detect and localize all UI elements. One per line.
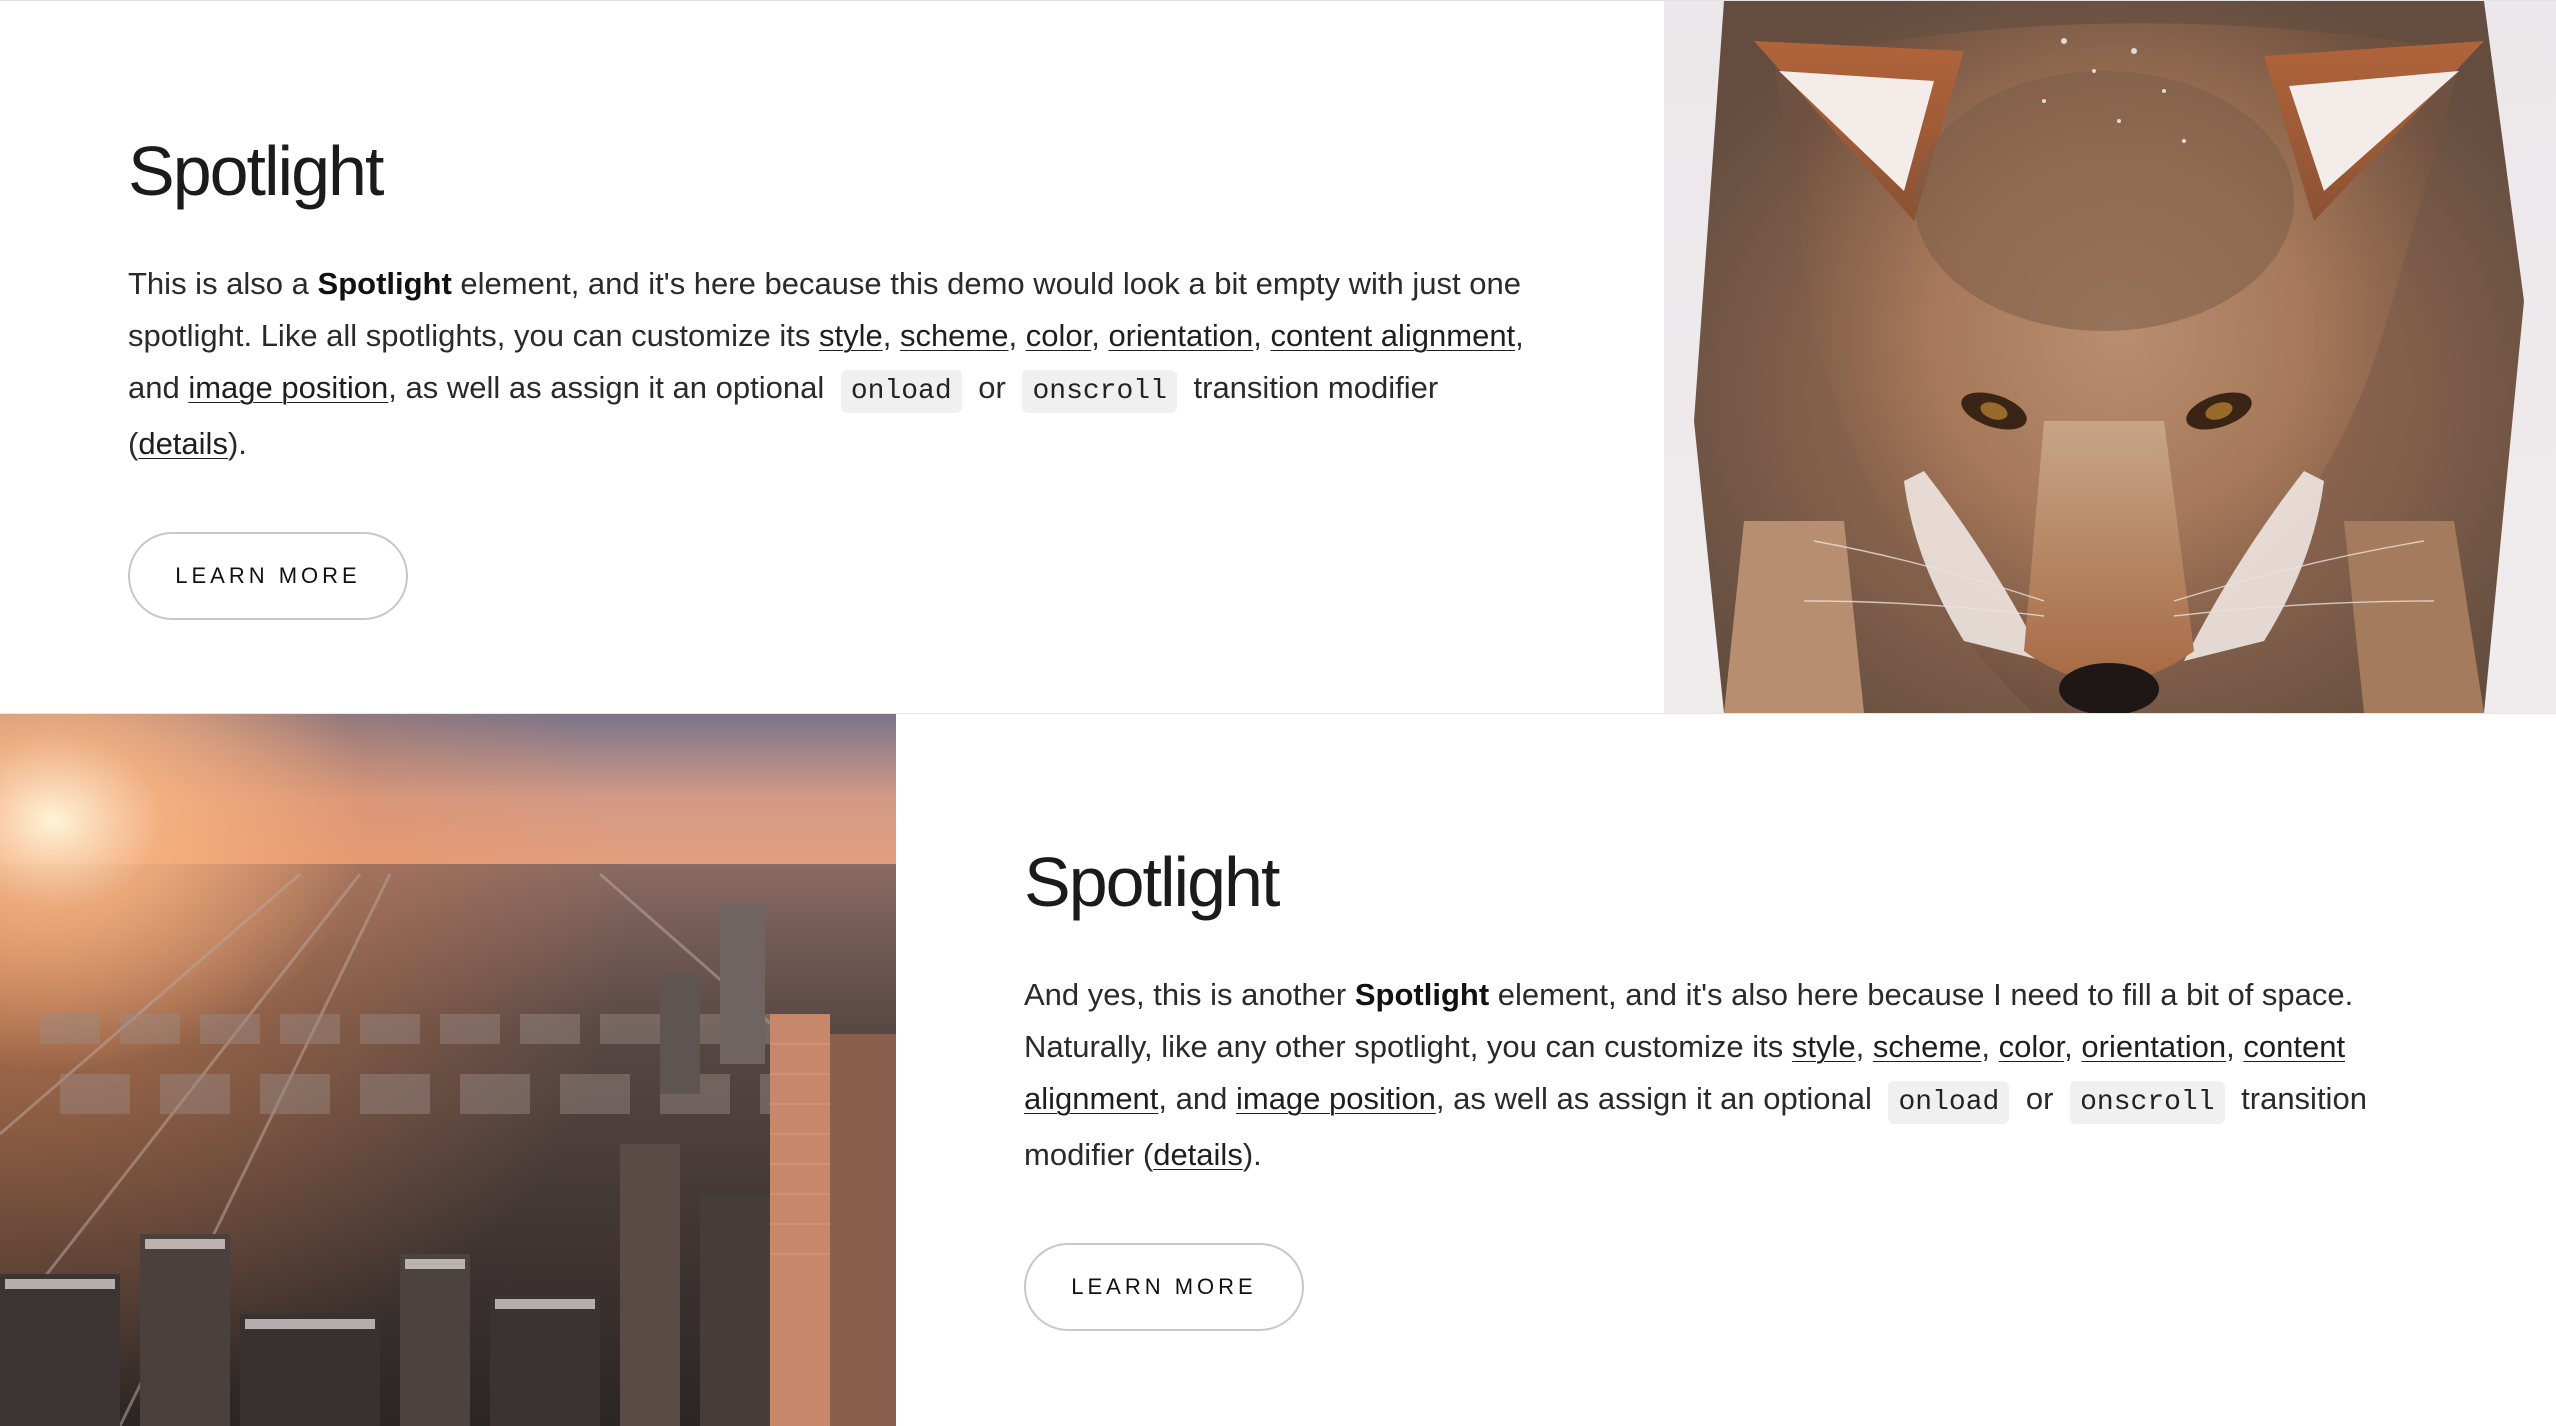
desc-text: This is also a bbox=[128, 266, 318, 301]
desc-text: ). bbox=[1242, 1137, 1262, 1172]
desc-text: or bbox=[2017, 1081, 2063, 1116]
page: Spotlight This is also a Spotlight eleme… bbox=[0, 0, 2556, 1426]
link-scheme[interactable]: scheme bbox=[900, 318, 1009, 353]
link-orientation[interactable]: orientation bbox=[2081, 1029, 2226, 1064]
link-style[interactable]: style bbox=[1792, 1029, 1856, 1064]
desc-text: or bbox=[969, 370, 1015, 405]
code-onload: onload bbox=[840, 370, 962, 413]
desc-text: , as well as assign it an optional bbox=[1435, 1081, 1881, 1116]
desc-text: ). bbox=[227, 426, 247, 461]
link-style[interactable]: style bbox=[819, 318, 883, 353]
link-image-position[interactable]: image position bbox=[188, 370, 388, 405]
link-color[interactable]: color bbox=[1999, 1029, 2064, 1064]
desc-sep: , bbox=[882, 318, 900, 353]
desc-strong: Spotlight bbox=[317, 266, 452, 301]
desc-text: And yes, this is another bbox=[1024, 977, 1355, 1012]
spotlight-description: And yes, this is another Spotlight eleme… bbox=[1024, 969, 2444, 1181]
code-onscroll: onscroll bbox=[2070, 1081, 2225, 1124]
link-image-position[interactable]: image position bbox=[1236, 1081, 1436, 1116]
desc-strong: Spotlight bbox=[1354, 977, 1490, 1012]
desc-sep: , bbox=[2226, 1029, 2244, 1064]
desc-text: , as well as assign it an optional bbox=[388, 370, 833, 405]
code-onscroll: onscroll bbox=[1022, 370, 1177, 413]
desc-sep: , bbox=[1981, 1029, 1999, 1064]
spotlight-section-1: Spotlight This is also a Spotlight eleme… bbox=[0, 1, 2556, 713]
spotlight-title: Spotlight bbox=[128, 132, 384, 210]
desc-sep: , bbox=[1091, 318, 1109, 353]
link-details[interactable]: details bbox=[1153, 1137, 1243, 1172]
city-illustration bbox=[0, 714, 896, 1426]
link-color[interactable]: color bbox=[1026, 318, 1091, 353]
desc-sep: , bbox=[2064, 1029, 2082, 1064]
link-content-alignment[interactable]: content alignment bbox=[1270, 318, 1515, 353]
desc-sep: , and bbox=[1158, 1081, 1236, 1116]
code-onload: onload bbox=[1888, 1081, 2010, 1124]
learn-more-button[interactable]: LEARN MORE bbox=[128, 532, 408, 620]
coyote-image bbox=[1664, 1, 2556, 713]
spotlight-title: Spotlight bbox=[1024, 843, 1280, 921]
spotlight-section-2: Spotlight And yes, this is another Spotl… bbox=[0, 713, 2556, 1426]
city-image bbox=[0, 714, 896, 1426]
spotlight-description: This is also a Spotlight element, and it… bbox=[128, 258, 1548, 470]
desc-sep: , bbox=[1253, 318, 1271, 353]
desc-sep: , bbox=[1008, 318, 1026, 353]
link-details[interactable]: details bbox=[138, 426, 228, 461]
desc-sep: , bbox=[1855, 1029, 1873, 1064]
learn-more-button[interactable]: LEARN MORE bbox=[1024, 1243, 1304, 1331]
spotlight-content: Spotlight This is also a Spotlight eleme… bbox=[128, 133, 1548, 620]
spotlight-content: Spotlight And yes, this is another Spotl… bbox=[1024, 844, 2444, 1331]
coyote-illustration bbox=[1664, 1, 2556, 713]
link-orientation[interactable]: orientation bbox=[1108, 318, 1253, 353]
link-scheme[interactable]: scheme bbox=[1873, 1029, 1982, 1064]
